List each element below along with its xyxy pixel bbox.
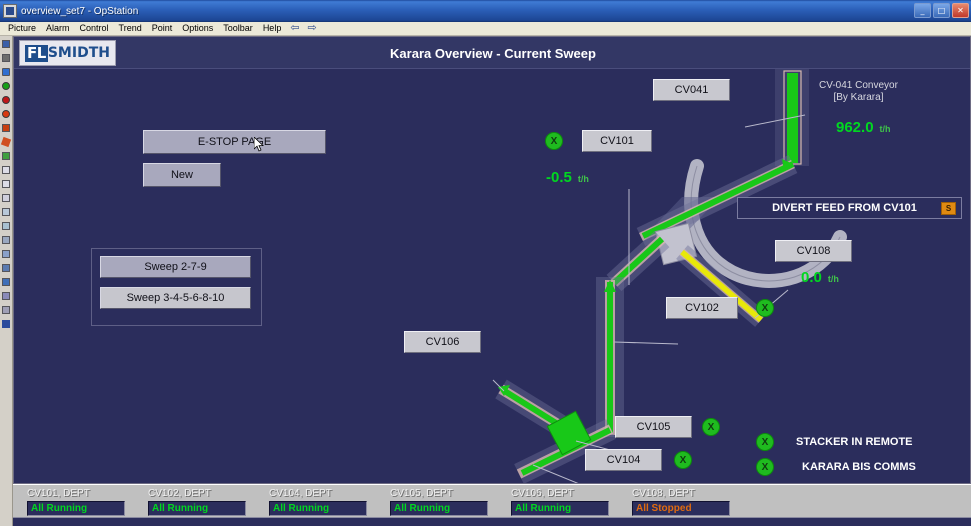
menu-item-help[interactable]: Help bbox=[258, 22, 287, 35]
status-cell-cv105-value: All Running bbox=[390, 501, 488, 516]
chart-icon[interactable] bbox=[1, 205, 12, 218]
login-icon[interactable] bbox=[1, 65, 12, 78]
status-cell-cv104[interactable]: CV104, DEPT All Running bbox=[269, 488, 367, 516]
window-title: overview_set7 - OpStation bbox=[21, 5, 139, 17]
cv101-value-number: -0.5 bbox=[546, 169, 572, 186]
close-icon: ✕ bbox=[957, 5, 964, 15]
cv041-caption-line2: [By Karara] bbox=[833, 92, 884, 103]
cv041-value-number: 962.0 bbox=[836, 119, 874, 136]
app-icon bbox=[3, 4, 17, 18]
divert-status-badge[interactable]: S bbox=[941, 201, 956, 215]
status-bar: CV101, DEPT All Running CV102, DEPT All … bbox=[13, 484, 971, 526]
point-icon[interactable] bbox=[1, 247, 12, 260]
tag-cv104[interactable]: CV104 bbox=[585, 449, 662, 471]
cv108-value: 0.0 t/h bbox=[801, 269, 839, 286]
minimize-button[interactable]: _ bbox=[914, 3, 931, 18]
help-icon[interactable] bbox=[1, 317, 12, 330]
status-cell-cv108[interactable]: CV108, DEPT All Stopped bbox=[632, 488, 730, 516]
tag-cv102[interactable]: CV102 bbox=[666, 297, 738, 319]
cv101-value: -0.5 t/h bbox=[546, 169, 589, 186]
stacker-remote-indicator[interactable]: X bbox=[756, 433, 774, 451]
status-cell-cv102-value: All Running bbox=[148, 501, 246, 516]
trend-icon[interactable] bbox=[1, 149, 12, 162]
status-cell-cv101[interactable]: CV101, DEPT All Running bbox=[27, 488, 125, 516]
stacker-remote-label: STACKER IN REMOTE bbox=[796, 436, 913, 448]
cv102-status-indicator[interactable]: X bbox=[756, 299, 774, 317]
sweep-3-4-5-6-8-10-button[interactable]: Sweep 3-4-5-6-8-10 bbox=[100, 287, 251, 309]
menu-item-toolbar[interactable]: Toolbar bbox=[218, 22, 258, 35]
mimic-canvas: FL SMIDTH Karara Overview - Current Sweep bbox=[13, 36, 971, 484]
tag-cv105[interactable]: CV105 bbox=[615, 416, 692, 438]
cv108-value-number: 0.0 bbox=[801, 269, 822, 286]
status-cell-cv108-name: CV108, DEPT bbox=[632, 488, 695, 499]
estop-page-button[interactable]: E-STOP PAGE bbox=[143, 130, 326, 154]
tag-cv041[interactable]: CV041 bbox=[653, 79, 730, 101]
close-button[interactable]: ✕ bbox=[952, 3, 969, 18]
status-cell-cv101-value: All Running bbox=[27, 501, 125, 516]
opstation-window: overview_set7 - OpStation _ □ ✕ Picture … bbox=[0, 0, 971, 526]
menu-item-picture[interactable]: Picture bbox=[3, 22, 41, 35]
page2-icon[interactable] bbox=[1, 177, 12, 190]
alarm-icon[interactable] bbox=[1, 121, 12, 134]
left-toolbar bbox=[0, 36, 13, 526]
cv104-status-indicator[interactable]: X bbox=[674, 451, 692, 469]
status-cell-cv104-value: All Running bbox=[269, 501, 367, 516]
cv101-value-unit: t/h bbox=[577, 174, 589, 184]
divert-feed-label: DIVERT FEED FROM CV101 bbox=[772, 202, 917, 214]
status-cell-cv102-name: CV102, DEPT bbox=[148, 488, 211, 499]
page-icon[interactable] bbox=[1, 163, 12, 176]
record-icon[interactable] bbox=[1, 107, 12, 120]
status-cell-cv104-name: CV104, DEPT bbox=[269, 488, 332, 499]
status-cell-cv105[interactable]: CV105, DEPT All Running bbox=[390, 488, 488, 516]
back-arrow-icon[interactable]: ⇦ bbox=[286, 22, 303, 35]
new-button[interactable]: New bbox=[143, 163, 221, 187]
monitor-icon[interactable] bbox=[1, 303, 12, 316]
status-cell-cv106-value: All Running bbox=[511, 501, 609, 516]
stop-icon[interactable] bbox=[1, 93, 12, 106]
cv041-caption: CV-041 Conveyor [By Karara] bbox=[819, 80, 898, 104]
report-icon[interactable] bbox=[1, 191, 12, 204]
maximize-icon: □ bbox=[937, 5, 946, 15]
cv041-caption-line1: CV-041 Conveyor bbox=[819, 80, 898, 91]
pen-icon[interactable] bbox=[1, 289, 12, 302]
print-icon[interactable] bbox=[1, 51, 12, 64]
cv105-status-indicator[interactable]: X bbox=[702, 418, 720, 436]
users-icon[interactable] bbox=[1, 261, 12, 274]
save-icon[interactable] bbox=[1, 37, 12, 50]
cv101-status-indicator[interactable]: X bbox=[545, 132, 563, 150]
graph-icon[interactable] bbox=[1, 219, 12, 232]
ack-alarm-icon[interactable] bbox=[0, 135, 12, 148]
status-cell-cv108-value: All Stopped bbox=[632, 501, 730, 516]
cv041-value: 962.0 t/h bbox=[836, 119, 891, 136]
menu-bar: Picture Alarm Control Trend Point Option… bbox=[0, 22, 971, 36]
minimize-icon: _ bbox=[920, 5, 925, 15]
forward-arrow-icon[interactable]: ⇨ bbox=[304, 22, 321, 35]
menu-item-trend[interactable]: Trend bbox=[114, 22, 147, 35]
karara-bis-comms-label: KARARA BIS COMMS bbox=[802, 461, 916, 473]
tool-icon[interactable] bbox=[1, 275, 12, 288]
karara-bis-comms-indicator[interactable]: X bbox=[756, 458, 774, 476]
cv041-value-unit: t/h bbox=[879, 124, 891, 134]
sweep-2-7-9-button[interactable]: Sweep 2-7-9 bbox=[100, 256, 251, 278]
tag-cv101[interactable]: CV101 bbox=[582, 130, 652, 152]
maximize-button[interactable]: □ bbox=[933, 3, 950, 18]
menu-item-point[interactable]: Point bbox=[147, 22, 178, 35]
title-bar: overview_set7 - OpStation _ □ ✕ bbox=[0, 0, 971, 22]
menu-item-control[interactable]: Control bbox=[75, 22, 114, 35]
status-cell-cv102[interactable]: CV102, DEPT All Running bbox=[148, 488, 246, 516]
tag-cv108[interactable]: CV108 bbox=[775, 240, 852, 262]
menu-item-options[interactable]: Options bbox=[177, 22, 218, 35]
building-icon[interactable] bbox=[1, 233, 12, 246]
status-cell-cv101-name: CV101, DEPT bbox=[27, 488, 90, 499]
tag-cv106[interactable]: CV106 bbox=[404, 331, 481, 353]
cv108-value-unit: t/h bbox=[827, 274, 839, 284]
divert-feed-banner[interactable]: DIVERT FEED FROM CV101 S bbox=[737, 197, 962, 219]
status-cell-cv106[interactable]: CV106, DEPT All Running bbox=[511, 488, 609, 516]
status-cell-cv105-name: CV105, DEPT bbox=[390, 488, 453, 499]
window-controls: _ □ ✕ bbox=[914, 3, 969, 18]
start-icon[interactable] bbox=[1, 79, 12, 92]
status-cell-cv106-name: CV106, DEPT bbox=[511, 488, 574, 499]
status-bar-footer bbox=[13, 517, 971, 526]
menu-item-alarm[interactable]: Alarm bbox=[41, 22, 75, 35]
